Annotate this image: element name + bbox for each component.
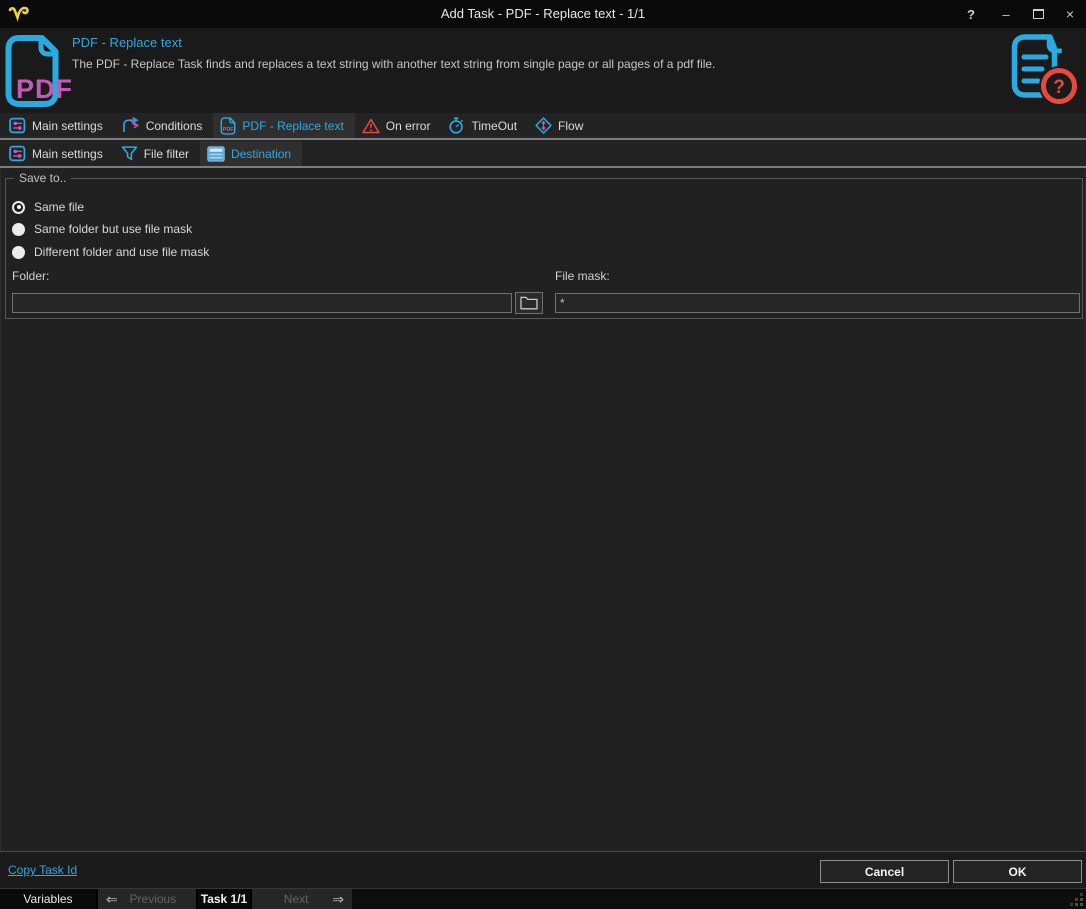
tab-label: File filter — [144, 147, 189, 161]
radio-label: Same file — [34, 200, 84, 214]
branch-icon — [121, 117, 140, 134]
folder-label: Folder: — [12, 269, 49, 283]
pdf-badge-text: PDF — [16, 74, 73, 104]
variables-button[interactable]: Variables — [0, 889, 98, 909]
radio-button-icon[interactable] — [12, 223, 25, 236]
radio-same-file[interactable]: Same file — [12, 200, 84, 214]
previous-arrow-icon: ⇐ — [106, 891, 118, 908]
tab-label: Destination — [231, 147, 291, 161]
file-mask-input[interactable] — [555, 293, 1080, 313]
sliders-icon — [9, 117, 26, 134]
radio-same-folder-mask[interactable]: Same folder but use file mask — [12, 222, 192, 236]
next-arrow-icon: ⇒ — [332, 891, 344, 908]
browse-folder-button[interactable] — [515, 292, 543, 314]
tab-main-settings-2[interactable]: Main settings — [2, 141, 114, 166]
warning-icon — [362, 118, 380, 134]
folder-icon — [520, 296, 538, 310]
svg-text:PDF: PDF — [223, 126, 234, 132]
tab-pdf-replace-text[interactable]: PDF PDF - Replace text — [213, 113, 354, 138]
task-description: The PDF - Replace Task finds and replace… — [72, 57, 715, 71]
copy-task-id-link[interactable]: Copy Task Id — [8, 863, 77, 877]
tab-flow[interactable]: Flow — [528, 113, 594, 138]
next-label: Next — [284, 892, 309, 906]
folder-input[interactable] — [12, 293, 512, 313]
dialog-footer: Copy Task Id Cancel OK — [0, 851, 1086, 888]
tab-main-settings[interactable]: Main settings — [2, 113, 114, 138]
svg-text:?: ? — [1053, 77, 1065, 98]
title-bar[interactable]: Add Task - PDF - Replace text - 1/1 ? – … — [0, 0, 1086, 28]
previous-task-button[interactable]: ⇐ Previous — [98, 889, 198, 909]
window-icon — [207, 146, 225, 162]
close-button[interactable]: × — [1054, 0, 1086, 28]
secondary-tab-bar: Main settings File filter Destination — [0, 141, 1086, 168]
groupbox-legend: Save to.. — [14, 171, 71, 185]
task-title: PDF - Replace text — [72, 35, 182, 50]
add-task-dialog: Add Task - PDF - Replace text - 1/1 ? – … — [0, 0, 1086, 909]
ok-button[interactable]: OK — [953, 860, 1082, 883]
tab-conditions[interactable]: Conditions — [114, 113, 214, 138]
tab-label: Flow — [558, 119, 583, 133]
resize-grip[interactable] — [1080, 903, 1083, 906]
save-to-groupbox: Save to.. Same file Same folder but use … — [5, 178, 1083, 319]
flow-diamond-icon — [535, 117, 552, 134]
destination-panel: Save to.. Same file Same folder but use … — [0, 170, 1086, 851]
radio-button-icon[interactable] — [12, 246, 25, 259]
tab-destination[interactable]: Destination — [200, 141, 302, 166]
maximize-button[interactable] — [1022, 0, 1054, 28]
stopwatch-icon — [448, 117, 465, 134]
task-counter: Task 1/1 — [198, 889, 252, 909]
radio-button-checked-icon[interactable] — [12, 201, 25, 214]
status-bar: Variables ⇐ Previous Task 1/1 Next ⇒ — [0, 888, 1086, 909]
radio-different-folder-mask[interactable]: Different folder and use file mask — [12, 245, 209, 259]
document-question-icon[interactable]: ? — [1008, 32, 1080, 113]
tab-label: Main settings — [32, 119, 103, 133]
tab-label: Main settings — [32, 147, 103, 161]
radio-label: Same folder but use file mask — [34, 222, 192, 236]
funnel-icon — [121, 145, 138, 162]
file-mask-label: File mask: — [555, 269, 610, 283]
sliders-icon — [9, 145, 26, 162]
radio-label: Different folder and use file mask — [34, 245, 209, 259]
tab-label: PDF - Replace text — [242, 119, 343, 133]
window-title: Add Task - PDF - Replace text - 1/1 — [0, 6, 1086, 21]
pdf-file-icon: PDF — [4, 34, 72, 113]
tab-timeout[interactable]: TimeOut — [441, 113, 528, 138]
cancel-button[interactable]: Cancel — [820, 860, 949, 883]
primary-tab-bar: Main settings Conditions PDF PDF - Repla… — [0, 113, 1086, 140]
maximize-icon — [1033, 9, 1044, 19]
tab-label: TimeOut — [471, 119, 517, 133]
minimize-button[interactable]: – — [990, 0, 1022, 28]
tab-label: Conditions — [146, 119, 203, 133]
help-button[interactable]: ? — [955, 0, 987, 28]
previous-label: Previous — [130, 892, 177, 906]
task-header: PDF PDF - Replace text The PDF - Replace… — [0, 28, 1086, 113]
tab-label: On error — [386, 119, 431, 133]
tab-on-error[interactable]: On error — [355, 113, 442, 138]
tab-file-filter[interactable]: File filter — [114, 141, 200, 166]
next-task-button[interactable]: Next ⇒ — [252, 889, 352, 909]
pdf-doc-icon: PDF — [220, 117, 236, 135]
